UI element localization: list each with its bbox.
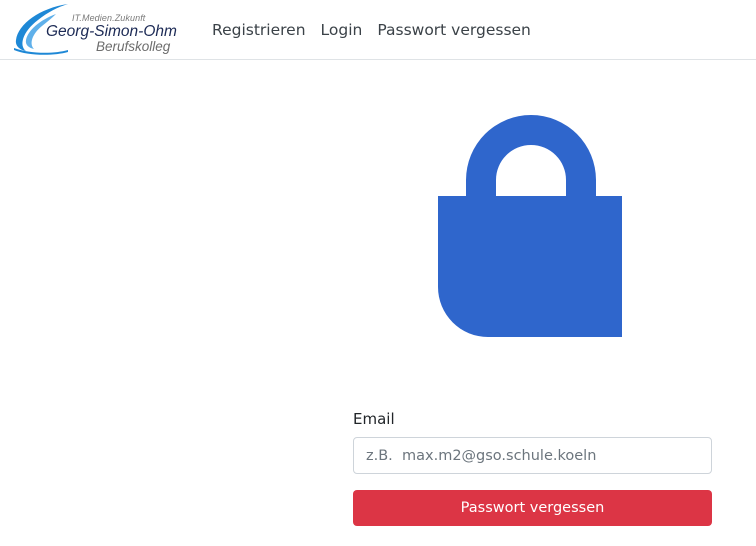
logo-department: Berufskolleg: [96, 39, 171, 54]
forgot-password-form: Email Passwort vergessen: [353, 410, 712, 526]
logo-tagline: IT.Medien.Zukunft: [72, 13, 146, 23]
navbar: IT.Medien.Zukunft Georg-Simon-Ohm Berufs…: [0, 0, 756, 60]
email-label: Email: [353, 410, 395, 428]
school-logo[interactable]: IT.Medien.Zukunft Georg-Simon-Ohm Berufs…: [10, 2, 180, 56]
forgot-password-button[interactable]: Passwort vergessen: [353, 490, 712, 526]
email-field[interactable]: [353, 437, 712, 474]
nav-link-registrieren[interactable]: Registrieren: [212, 21, 306, 39]
lock-icon: [436, 108, 626, 344]
nav-link-login[interactable]: Login: [321, 21, 363, 39]
nav-link-passwort-vergessen[interactable]: Passwort vergessen: [377, 21, 531, 39]
main-nav: Registrieren Login Passwort vergessen: [212, 21, 531, 39]
